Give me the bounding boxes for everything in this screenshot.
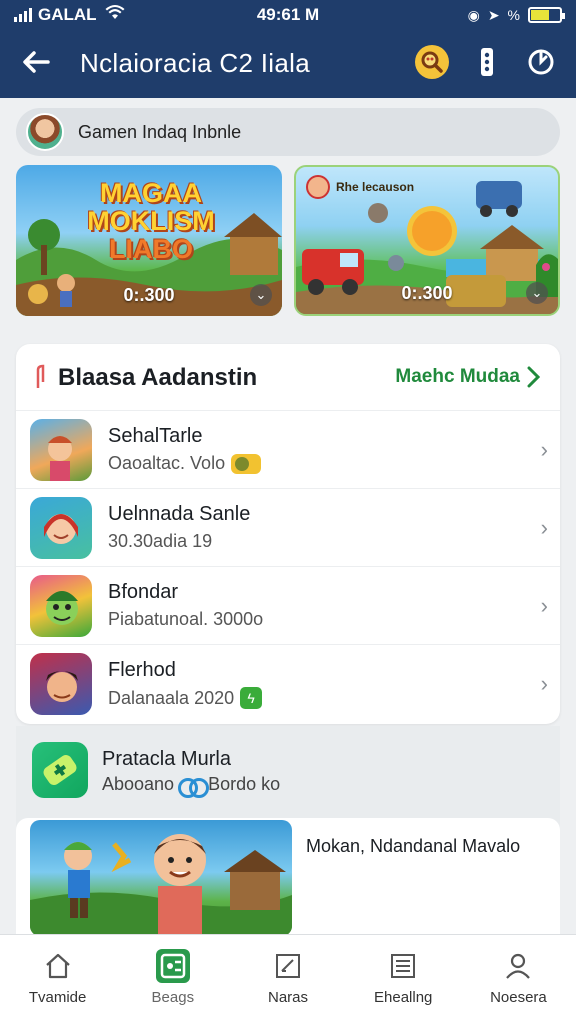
item-subtitle-text: Oaoaltac. Volo — [108, 453, 226, 473]
chevron-right-icon — [527, 366, 540, 388]
item-subtitle-text: Piabatunoal. 3000o — [108, 609, 264, 629]
item-subtitle-text: 30.30adia 19 — [108, 531, 213, 551]
tab-home[interactable]: Tvamide — [0, 935, 115, 1024]
page-title: Nclaioracia C2 Iiala — [80, 48, 310, 78]
app-name: Pratacla Murla — [102, 748, 231, 770]
game-list-card: Blaasa Aadanstin Maehc Mudaa SehalTarle … — [16, 344, 560, 724]
games-icon — [155, 949, 190, 983]
list-item[interactable]: Bfondar Piabatunoal. 3000o › — [16, 566, 560, 644]
item-subtitle: Piabatunoal. 3000o — [108, 609, 263, 630]
character-avatar — [306, 175, 330, 199]
tab-notes[interactable]: Naras — [230, 935, 345, 1024]
logo-line-3: LIABO — [109, 234, 193, 264]
more-options-button[interactable] — [470, 45, 504, 79]
clock: 49:61 M — [256, 5, 320, 24]
list-item[interactable]: SehalTarle Oaoaltac. Volo › — [16, 410, 560, 488]
item-subtitle: 30.30adia 19 — [108, 531, 212, 552]
tab-label: Eheallng — [374, 989, 433, 1006]
search-icon — [421, 51, 443, 73]
tab-label: Tvamide — [28, 989, 87, 1006]
section-title: Blaasa Aadanstin — [58, 364, 258, 391]
tab-label: Naras — [268, 989, 309, 1006]
bolt-icon: ϟ — [240, 687, 263, 709]
section-header: Blaasa Aadanstin Maehc Mudaa — [16, 344, 560, 410]
home-icon — [41, 949, 75, 983]
battery-icon — [528, 7, 565, 23]
chevron-right-icon: › — [540, 515, 548, 540]
logo-line-1: MAGAA — [100, 178, 202, 208]
search-text: Gamen Indaq Inbnle — [78, 121, 242, 142]
game-icon — [30, 575, 92, 637]
item-name: SehalTarle — [108, 425, 203, 447]
item-subtitle: Oaoaltac. Volo — [108, 453, 262, 474]
bottom-tab-bar: Tvamide Beags Naras Eheallng Noesera — [0, 934, 576, 1024]
item-name: Flerhod — [108, 659, 176, 681]
item-subtitle: Dalanaala 2020 ϟ — [108, 687, 263, 709]
banner-1-logo: MAGAA MOKLISM LIABO — [66, 179, 236, 263]
banner-2-tag: Rhe lecauson — [306, 175, 414, 199]
list-item[interactable]: Flerhod Dalanaala 2020 ϟ › — [16, 644, 560, 722]
app-subtitle-left: Abooano — [102, 774, 175, 794]
tab-profile[interactable]: Noesera — [461, 935, 576, 1024]
tab-list[interactable]: Eheallng — [346, 935, 461, 1024]
banner-2-tag-text: Rhe lecauson — [336, 180, 415, 194]
chevron-down-icon[interactable]: ⌄ — [250, 284, 272, 306]
see-more-label: Maehc Mudaa — [395, 366, 520, 387]
back-button[interactable] — [18, 44, 54, 80]
app-subtitle-right: Bordo ko — [208, 774, 281, 794]
game-icon — [30, 653, 92, 715]
game-icon — [30, 419, 92, 481]
top-nav: Nclaioracia C2 Iiala — [0, 38, 576, 88]
tab-games[interactable]: Beags — [115, 935, 230, 1024]
more-vertical-icon — [481, 48, 493, 76]
list-item[interactable]: Uelnnada Sanle 30.30adia 19 › — [16, 488, 560, 566]
edit-icon — [271, 949, 305, 983]
banner-1-duration: 0:.300 — [123, 285, 175, 305]
search-bar[interactable]: Gamen Indaq Inbnle — [16, 108, 560, 156]
app-subtitle: Abooano Bordo ko — [102, 774, 281, 798]
sun-icon — [412, 211, 452, 251]
chevron-right-icon: › — [540, 437, 548, 462]
gamepad-icon — [43, 754, 77, 786]
item-name: Uelnnada Sanle — [108, 503, 251, 525]
item-subtitle-text: Dalanaala 2020 — [108, 687, 235, 708]
search-button[interactable] — [415, 45, 449, 79]
banner-2-duration: 0:.300 — [401, 283, 453, 303]
game-icon — [30, 497, 92, 559]
battery-level — [531, 10, 550, 20]
chevron-right-icon: › — [540, 671, 548, 696]
chevron-right-icon: › — [540, 593, 548, 618]
status-bar: GALAL 49:61 M ◉ ➤ % — [0, 0, 576, 30]
link-icon — [178, 776, 210, 798]
banner-card-2[interactable]: Rhe lecauson 0:.300 ⌄ — [294, 165, 560, 316]
profile-icon — [501, 949, 535, 983]
tab-label: Beags — [151, 989, 195, 1006]
chevron-down-icon[interactable]: ⌄ — [526, 282, 548, 304]
list-icon — [386, 949, 420, 983]
timer-icon — [528, 49, 554, 75]
promo-section: Pratacla Murla Abooano Bordo ko Mokan, N… — [16, 726, 560, 936]
arrow-left-icon — [23, 51, 50, 73]
tab-label: Noesera — [490, 989, 547, 1006]
coin-badge-icon — [231, 453, 262, 474]
logo-line-2: MOKLISM — [87, 206, 215, 236]
feature-text: Mokan, Ndandanal Mavalo — [306, 836, 521, 856]
app-header: GALAL 49:61 M ◉ ➤ % Nclaioracia C2 Iiala — [0, 0, 576, 98]
user-avatar[interactable] — [26, 113, 64, 151]
app-icon[interactable] — [32, 742, 88, 798]
see-more-link[interactable]: Maehc Mudaa — [395, 366, 540, 388]
banner-card-1[interactable]: MAGAA MOKLISM LIABO 0:.300 ⌄ — [16, 165, 282, 316]
timer-button[interactable] — [524, 45, 558, 79]
flag-icon — [36, 364, 45, 388]
feature-image — [30, 820, 292, 936]
item-name: Bfondar — [108, 581, 179, 603]
feature-card[interactable]: Mokan, Ndandanal Mavalo — [16, 818, 560, 936]
